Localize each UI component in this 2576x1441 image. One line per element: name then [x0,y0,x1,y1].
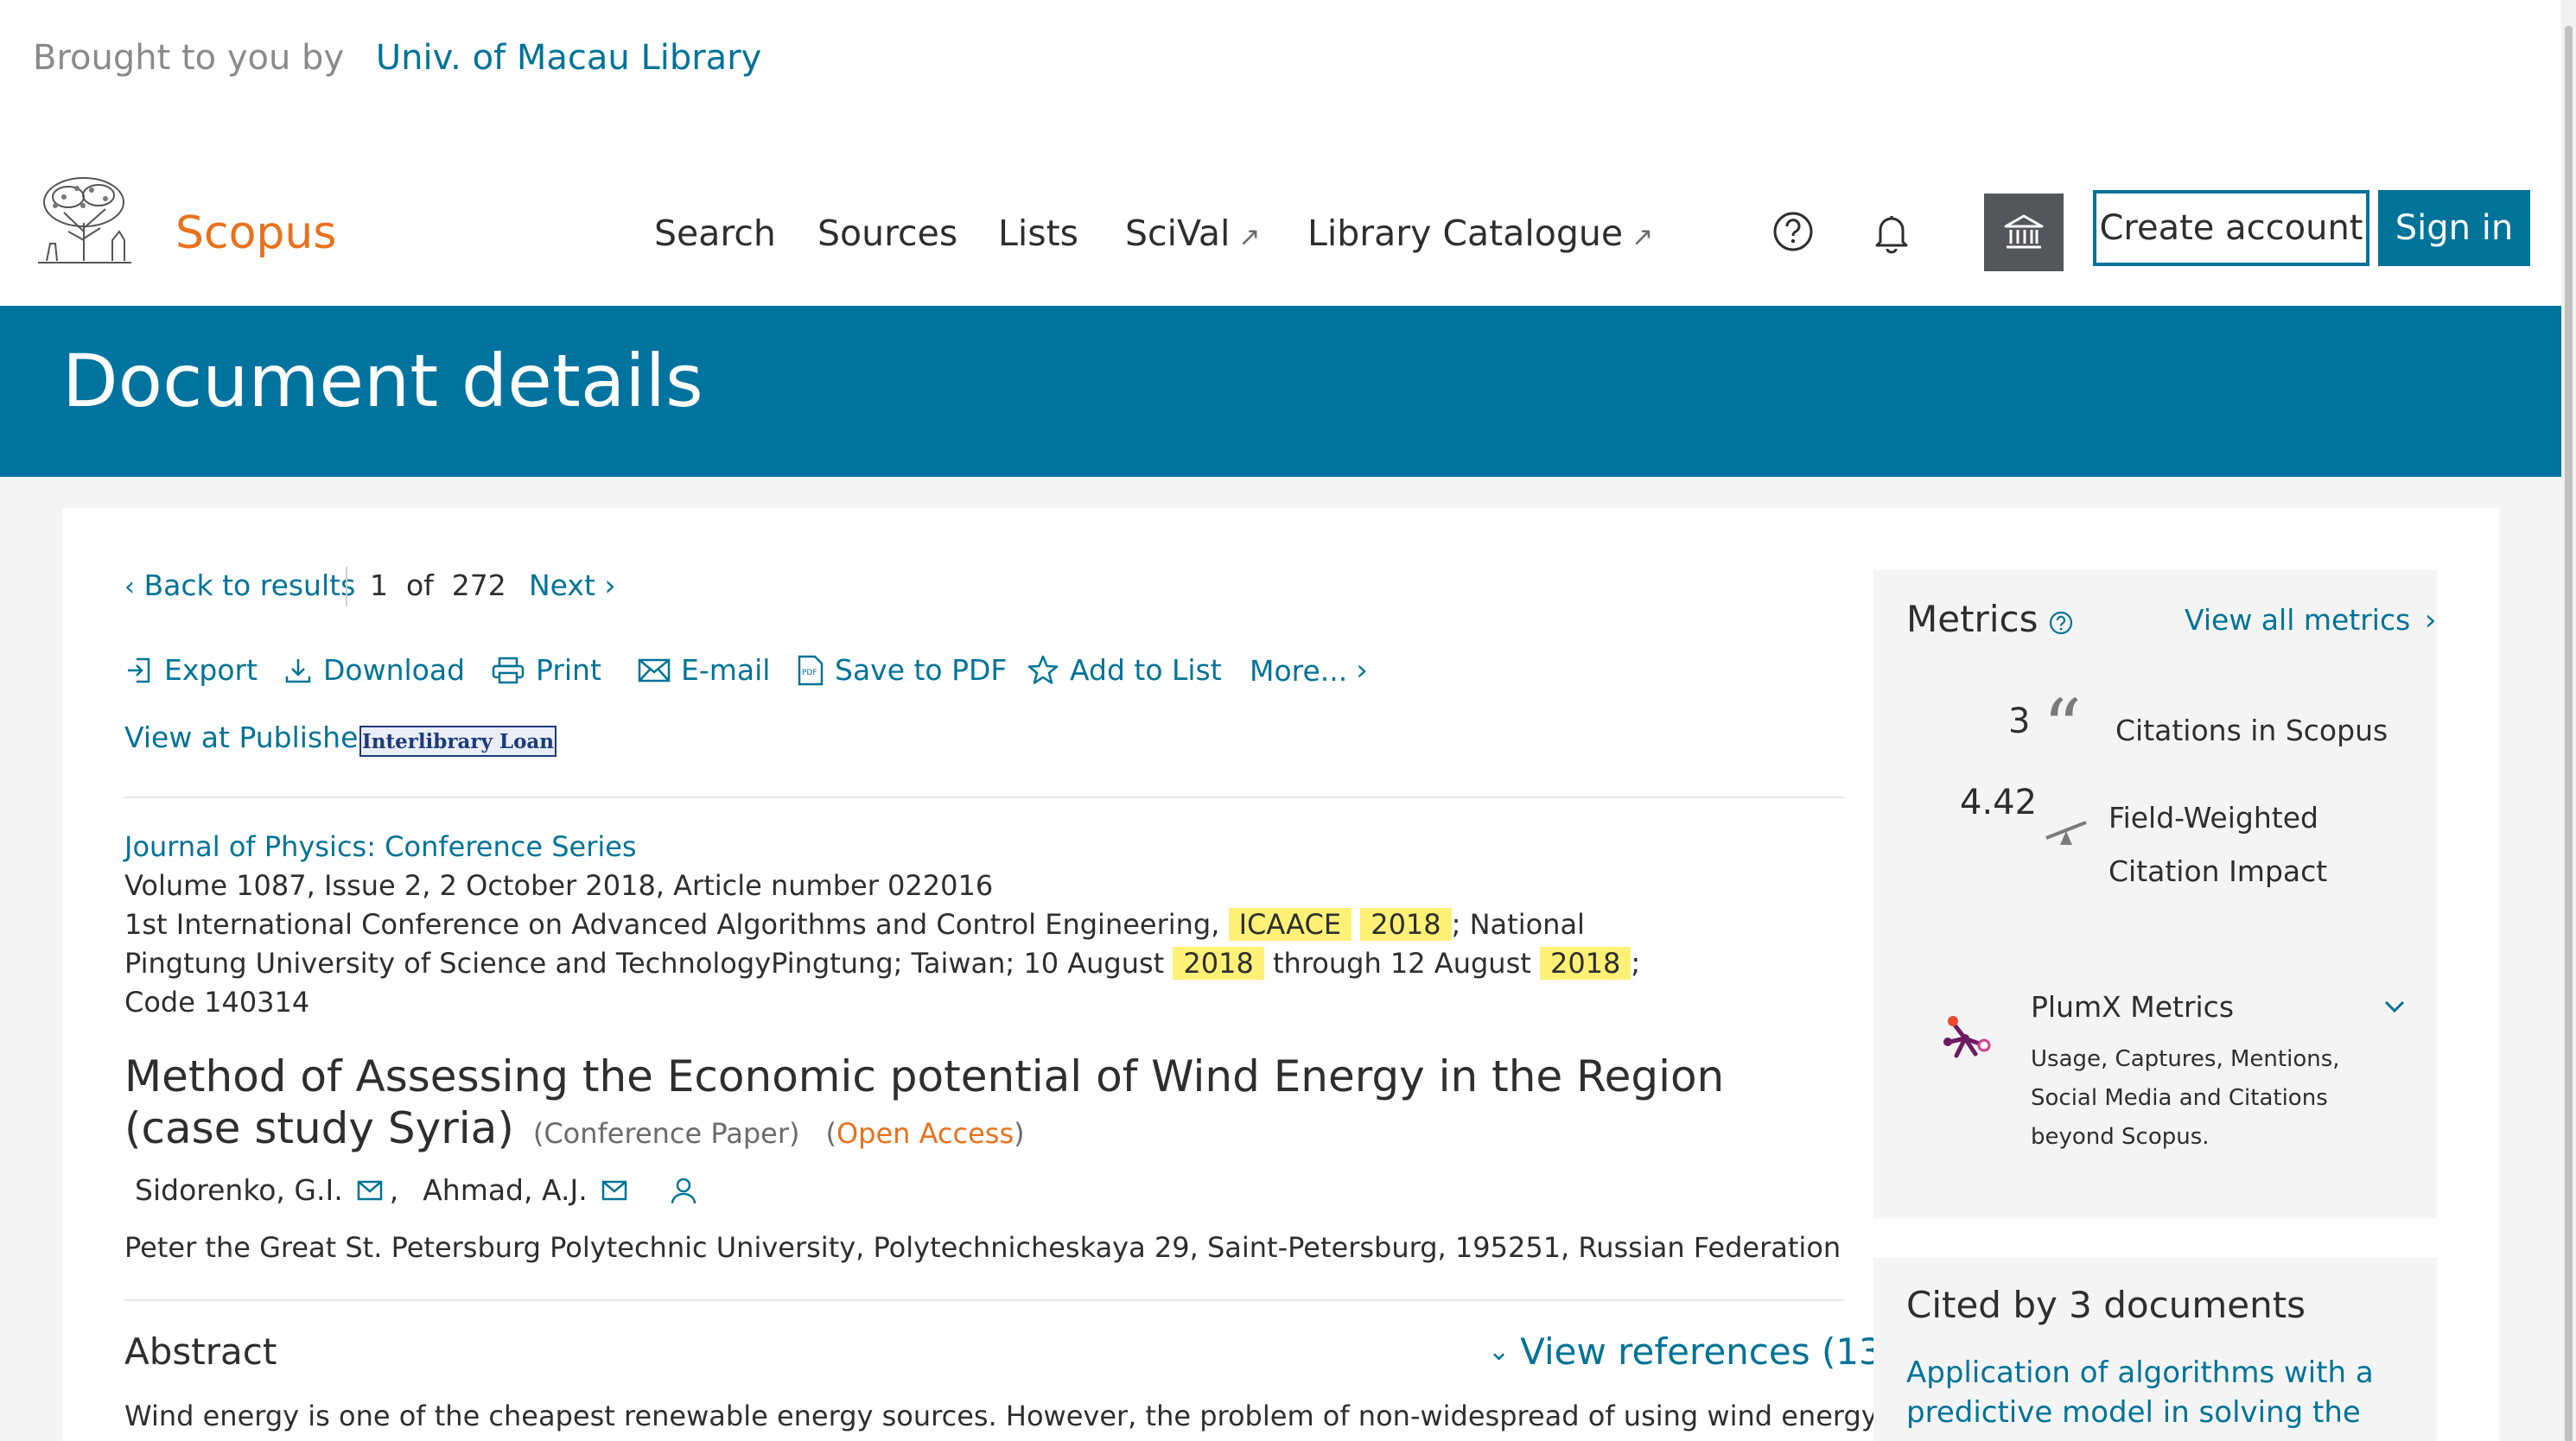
download-button[interactable]: Download [283,653,465,687]
highlight-year: 2018 [1173,947,1264,980]
email-icon [638,658,671,682]
page-title: Document details [62,339,703,423]
chevron-right-icon: › [1356,653,1368,688]
interlibrary-loan-button[interactable]: Interlibrary Loan [359,726,557,757]
chevron-down-icon[interactable] [2382,993,2407,1019]
journal-link[interactable]: Journal of Physics: Conference Series [124,830,637,863]
export-icon [128,657,150,682]
sign-in-button[interactable]: Sign in [2378,190,2530,266]
plumx-description: Usage, Captures, Mentions, Social Media … [2031,1046,2340,1150]
print-icon [492,657,525,683]
chevron-right-icon: › [2424,603,2437,638]
conference-location-line: Pingtung University of Science and Techn… [124,947,1641,980]
fwci-value: 4.42 [1960,783,2038,822]
document-type: (Conference Paper) [532,1117,800,1150]
highlight-year: 2018 [1360,908,1452,941]
author-name[interactable]: Sidorenko, G.I. [135,1173,343,1207]
page-banner: Document details [0,306,2561,477]
author-name[interactable]: Ahmad, A.J. [423,1173,588,1207]
view-at-publisher-link[interactable]: View at Publisher [124,720,370,754]
help-icon[interactable] [2048,610,2074,636]
cited-document-link[interactable]: Application of algorithms with a predict… [1906,1353,2390,1432]
affiliation: Peter the Great St. Petersburg Polytechn… [124,1231,1841,1264]
email-button[interactable]: E-mail [638,653,770,687]
citations-label: Citations in Scopus [2115,714,2388,747]
result-position: 1 of 272 [370,568,506,602]
scopus-logo[interactable]: Scopus [175,207,336,259]
nav-library-catalogue[interactable]: Library Catalogue ↗ [1307,213,1653,254]
abstract-heading: Abstract [124,1330,277,1373]
scrollbar-thumb[interactable] [2565,26,2573,1441]
chevron-down-icon: ⌄ [1488,1336,1511,1367]
plumx-title: PlumX Metrics [2031,990,2235,1024]
help-icon[interactable] [1771,210,1815,253]
quote-icon: “ [2043,682,2082,771]
conference-line: 1st International Conference on Advanced… [124,908,1585,941]
nav-search[interactable]: Search [654,213,776,254]
results-nav-divider [346,567,347,606]
view-references-link[interactable]: ⌄ View references (13) [1488,1330,1896,1373]
external-link-icon: ↗ [1631,222,1654,252]
plumx-icon [1943,1016,1991,1058]
section-divider [124,797,1844,798]
author-profile-icon[interactable] [669,1176,698,1205]
conference-code: Code 140314 [124,986,310,1019]
highlight-acronym: ICAACE [1228,908,1352,941]
create-account-button[interactable]: Create account [2093,190,2369,266]
highlight-year: 2018 [1539,947,1631,980]
brought-prefix: Brought to you by [33,38,345,78]
cited-by-title: Cited by 3 documents [1906,1284,2306,1326]
institution-button[interactable] [1984,194,2064,271]
view-all-metrics-link[interactable]: View all metrics › [2185,603,2436,638]
export-button[interactable]: Export [124,653,258,687]
elsevier-tree-logo-icon[interactable] [29,171,138,270]
chevron-left-icon: ‹ [124,572,135,602]
download-icon [285,658,311,682]
fwci-label: Field-Weighted Citation Impact [2109,801,2328,888]
save-to-pdf-button[interactable]: PDF Save to PDF [797,653,1007,687]
nav-scival[interactable]: SciVal ↗ [1125,213,1260,254]
open-access-label: (Open Access) [825,1117,1025,1150]
balance-scale-icon [2045,821,2087,845]
source-info: Journal of Physics: Conference Series Vo… [124,828,1640,1022]
email-icon[interactable] [601,1180,627,1201]
add-to-list-button[interactable]: Add to List [1027,653,1222,687]
next-result-link[interactable]: Next › [529,568,616,602]
star-icon [1027,655,1059,684]
more-button[interactable]: More... › [1250,653,1368,688]
metrics-title: Metrics [1906,598,2039,640]
section-divider [124,1299,1844,1301]
citations-count[interactable]: 3 [2008,701,2030,741]
print-button[interactable]: Print [491,653,601,687]
pdf-icon: PDF [798,655,824,685]
document-title: Method of Assessing the Economic potenti… [124,1051,1725,1153]
institution-icon [2004,214,2044,249]
svg-text:PDF: PDF [802,669,817,677]
volume-line: Volume 1087, Issue 2, 2 October 2018, Ar… [124,869,994,902]
back-to-results-link[interactable]: ‹ Back to results [124,568,355,602]
nav-lists[interactable]: Lists [998,213,1078,254]
bell-icon[interactable] [1868,209,1915,256]
brought-to-you-by: Brought to you by Univ. of Macau Library [33,38,761,78]
abstract-text: Wind energy is one of the cheapest renew… [124,1400,1878,1432]
institution-link[interactable]: Univ. of Macau Library [376,38,761,78]
author-list: Sidorenko, G.I. , Ahmad, A.J. [135,1173,705,1207]
nav-sources[interactable]: Sources [817,213,957,254]
external-link-icon: ↗ [1238,222,1261,252]
chevron-right-icon: › [604,568,616,602]
email-icon[interactable] [357,1180,383,1201]
